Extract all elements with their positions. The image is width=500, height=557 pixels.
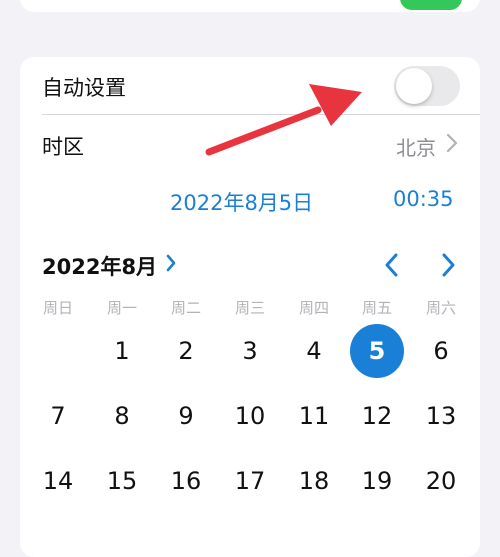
red-arrow-annotation xyxy=(205,84,362,156)
